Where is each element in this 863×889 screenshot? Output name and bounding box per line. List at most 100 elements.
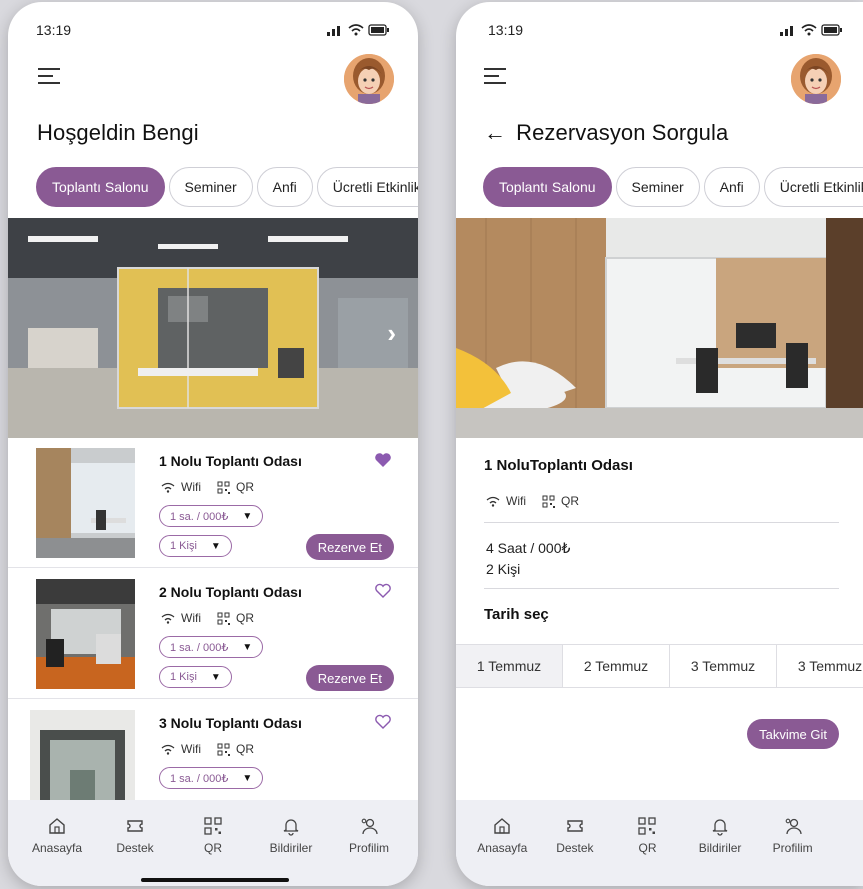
qr-icon bbox=[204, 817, 222, 835]
status-bar: 13:19 bbox=[488, 20, 843, 40]
date-option[interactable]: 3 Temmuz bbox=[670, 645, 777, 687]
menu-icon[interactable] bbox=[38, 66, 62, 86]
date-label: Tarih seç bbox=[484, 606, 549, 623]
people-dropdown[interactable]: 1 Kişi ▼ bbox=[159, 535, 232, 557]
amenity-wifi: Wifi bbox=[161, 611, 201, 625]
room-name: 1 Nolu Toplantı Odası bbox=[159, 453, 302, 469]
tab-destek[interactable]: Destek bbox=[540, 816, 610, 855]
amenities: Wifi QR bbox=[161, 611, 254, 625]
heart-outline-icon[interactable] bbox=[374, 583, 392, 599]
calendar-button[interactable]: Takvime Git bbox=[747, 719, 839, 749]
date-option[interactable]: 3 Temmuz bbox=[777, 645, 863, 687]
wifi-icon bbox=[161, 744, 175, 755]
date-option[interactable]: 1 Temmuz bbox=[456, 645, 563, 687]
room-card[interactable]: 1 Nolu Toplantı Odası Wifi QR 1 sa. / 00… bbox=[8, 438, 418, 568]
chip-ucretli-etkinlik[interactable]: Ücretli Etkinlik bbox=[316, 167, 418, 207]
amenity-qr: QR bbox=[217, 611, 254, 625]
page-title: Hoşgeldin Bengi bbox=[37, 120, 199, 146]
ticket-icon bbox=[567, 820, 583, 832]
tab-qr[interactable]: QR bbox=[178, 816, 248, 855]
room-name: 3 Nolu Toplantı Odası bbox=[159, 715, 302, 731]
users-icon bbox=[361, 818, 378, 835]
people-dropdown[interactable]: 1 Kişi ▼ bbox=[159, 666, 232, 688]
wifi-icon bbox=[161, 482, 175, 493]
tab-bildiriler[interactable]: Bildiriler bbox=[685, 816, 755, 855]
category-chips: Toplantı Salonu Seminer Anfi Ücretli Etk… bbox=[36, 167, 418, 207]
menu-icon[interactable] bbox=[484, 66, 508, 86]
price-dropdown[interactable]: 1 sa. / 000₺ ▼ bbox=[159, 505, 264, 527]
amenity-qr: QR bbox=[217, 480, 254, 494]
chip-ucretli-etkinlik[interactable]: Ücretli Etkinlik bbox=[763, 167, 863, 207]
bell-icon bbox=[283, 819, 299, 836]
bottom-tab-bar: Anasayfa Destek QR Bildiriler Profilim bbox=[456, 800, 863, 886]
home-icon bbox=[49, 818, 65, 834]
duration-price: 4 Saat / 000₺ bbox=[486, 540, 571, 556]
page-title: ← Rezervasyon Sorgula bbox=[484, 120, 728, 146]
qr-icon bbox=[217, 612, 230, 625]
heart-filled-icon[interactable] bbox=[374, 452, 392, 468]
avatar[interactable] bbox=[344, 54, 394, 104]
users-icon bbox=[785, 818, 802, 835]
welcome-title: Hoşgeldin Bengi bbox=[37, 120, 199, 145]
back-arrow-icon[interactable]: ← bbox=[484, 122, 506, 144]
battery-icon bbox=[821, 24, 842, 36]
category-chips: Toplantı Salonu Seminer Anfi Ücretli Etk… bbox=[483, 167, 863, 207]
chip-toplanti-salonu[interactable]: Toplantı Salonu bbox=[483, 167, 612, 207]
amenities: Wifi QR bbox=[486, 494, 579, 508]
amenity-qr: QR bbox=[217, 742, 254, 756]
reserve-button[interactable]: Rezerve Et bbox=[305, 665, 394, 691]
wifi-icon bbox=[486, 496, 500, 507]
bell-icon bbox=[712, 819, 728, 836]
chip-anfi[interactable]: Anfi bbox=[703, 167, 760, 207]
chevron-down-icon: ▼ bbox=[210, 540, 221, 552]
tab-anasayfa[interactable]: Anasayfa bbox=[22, 816, 92, 855]
chip-toplanti-salonu[interactable]: Toplantı Salonu bbox=[36, 167, 165, 207]
amenity-wifi: Wifi bbox=[161, 480, 201, 494]
tab-bildiriler[interactable]: Bildiriler bbox=[256, 816, 326, 855]
status-icons bbox=[779, 24, 843, 36]
signal-icon bbox=[327, 26, 340, 36]
amenity-qr: QR bbox=[542, 494, 579, 508]
chevron-right-icon[interactable]: › bbox=[387, 318, 396, 349]
date-option[interactable]: 2 Temmuz bbox=[563, 645, 670, 687]
qr-icon bbox=[638, 817, 657, 835]
ticket-icon bbox=[127, 820, 143, 832]
room-card[interactable]: 2 Nolu Toplantı Odası Wifi QR 1 sa. / 00… bbox=[8, 569, 418, 699]
price-dropdown[interactable]: 1 sa. / 000₺ ▼ bbox=[159, 636, 264, 658]
tab-profilim[interactable]: Profilim bbox=[758, 816, 828, 855]
home-screen: 13:19 Hoşgeldin Bengi Toplantı Salonu Se… bbox=[8, 2, 418, 886]
people-count: 2 Kişi bbox=[486, 561, 521, 577]
reserve-button[interactable]: Rezerve Et bbox=[305, 534, 394, 560]
battery-icon bbox=[368, 24, 389, 36]
qr-icon bbox=[217, 481, 230, 494]
reservation-title: Rezervasyon Sorgula bbox=[516, 120, 729, 145]
status-time: 13:19 bbox=[36, 22, 72, 38]
chip-seminer[interactable]: Seminer bbox=[168, 167, 253, 207]
chevron-down-icon: ▼ bbox=[242, 772, 253, 784]
avatar[interactable] bbox=[791, 54, 841, 104]
status-time: 13:19 bbox=[488, 22, 524, 38]
room-name: 1 NoluToplantı Odası bbox=[484, 457, 633, 474]
heart-outline-icon[interactable] bbox=[374, 714, 392, 730]
divider bbox=[484, 522, 839, 523]
amenity-wifi: Wifi bbox=[161, 742, 201, 756]
amenity-wifi: Wifi bbox=[486, 494, 526, 508]
chip-anfi[interactable]: Anfi bbox=[256, 167, 313, 207]
chip-seminer[interactable]: Seminer bbox=[615, 167, 700, 207]
tab-destek[interactable]: Destek bbox=[100, 816, 170, 855]
tab-qr[interactable]: QR bbox=[612, 816, 682, 855]
hero-image[interactable]: › bbox=[8, 218, 418, 438]
room-thumbnail bbox=[36, 579, 135, 689]
tab-profilim[interactable]: Profilim bbox=[334, 816, 404, 855]
date-selector: 1 Temmuz 2 Temmuz 3 Temmuz 3 Temmuz bbox=[456, 644, 863, 688]
divider bbox=[484, 588, 839, 589]
signal-icon bbox=[780, 26, 793, 36]
price-dropdown[interactable]: 1 sa. / 000₺ ▼ bbox=[159, 767, 264, 789]
home-icon bbox=[494, 818, 510, 834]
chevron-down-icon: ▼ bbox=[242, 510, 253, 522]
tab-anasayfa[interactable]: Anasayfa bbox=[467, 816, 537, 855]
room-thumbnail bbox=[36, 448, 135, 558]
wifi-icon bbox=[161, 613, 175, 624]
room-image bbox=[456, 218, 863, 438]
wifi-status-icon bbox=[348, 24, 364, 36]
